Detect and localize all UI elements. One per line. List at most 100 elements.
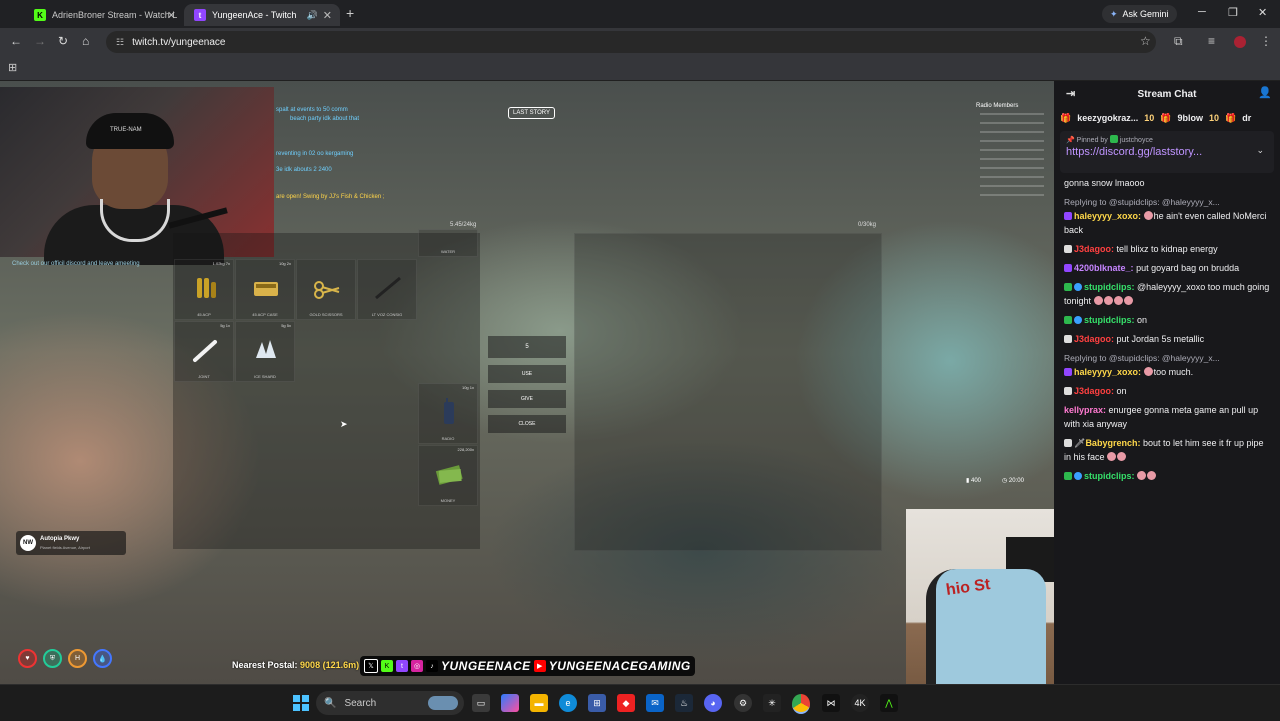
extensions-icon[interactable]: ⧉ — [1174, 34, 1183, 49]
app-icon[interactable]: ✳ — [763, 694, 781, 712]
person-shirt: hio St — [936, 569, 1046, 684]
discord-icon[interactable]: ◕ — [704, 694, 722, 712]
feed-line: 3e idk abouts 2 2400 — [276, 167, 332, 173]
game-clock: ◷ 20:00 — [1002, 478, 1024, 484]
windows-taskbar: 🔍 Search ▭ ▬ e ⊞ ◆ ✉ ♨ ◕ ⚙ ✳ ⋈ 4K ⋀ — [0, 684, 1280, 721]
inventory-slot[interactable]: 5g 1x JOINT — [174, 321, 234, 382]
home-icon[interactable]: ⌂ — [82, 34, 89, 48]
use-button[interactable]: USE — [488, 365, 566, 383]
twitch-icon: t — [194, 9, 206, 21]
location-display: NW Autopia Pkwy Planet fields Avenue, Ai… — [16, 531, 126, 555]
ground-inventory — [574, 233, 882, 551]
inventory-slot[interactable]: 10g 2x 45 ACP CASE — [235, 259, 295, 320]
tab-adrienbroner[interactable]: K AdrienBroner Stream - Watch L ✕ — [24, 4, 184, 26]
close-button[interactable]: CLOSE — [488, 415, 566, 433]
settings-icon[interactable]: ⚙ — [734, 694, 752, 712]
app-icon[interactable]: ⋀ — [880, 694, 898, 712]
new-tab-button[interactable]: + — [346, 5, 354, 21]
feed-line: are open! Swing by JJ's Fish & Chicken ; — [276, 194, 385, 200]
youtube-icon: ▶ — [533, 660, 546, 672]
chat-title: Stream Chat — [1137, 88, 1197, 100]
steam-icon[interactable]: ♨ — [675, 694, 693, 712]
pinned-link[interactable]: https://discord.gg/laststory... — [1066, 146, 1268, 158]
chrome-icon[interactable] — [792, 694, 810, 714]
instagram-icon: ◎ — [411, 660, 423, 672]
scissors-icon — [314, 281, 340, 299]
collapse-chat-icon[interactable]: ⇥ — [1066, 87, 1075, 100]
media-icon[interactable]: ≡ — [1208, 34, 1215, 48]
radio-members-list — [980, 113, 1044, 203]
give-button[interactable]: GIVE — [488, 390, 566, 408]
forward-icon[interactable]: → — [34, 34, 46, 48]
close-tab-icon[interactable]: ✕ — [167, 9, 176, 22]
speaker-icon[interactable]: 🔊 — [307, 10, 318, 21]
app-icon[interactable]: 4K — [851, 694, 869, 712]
sword-icon: 🗡 — [1074, 438, 1086, 448]
streamer-cap: TRUE-NAM — [86, 113, 174, 149]
area-name: Planet fields Avenue, Airport — [40, 545, 90, 550]
store-icon[interactable]: ⊞ — [588, 694, 606, 712]
app-icon[interactable]: ◆ — [617, 694, 635, 712]
inventory-slot[interactable]: 10g 1x RADIO — [418, 383, 478, 444]
hunger-icon: H — [68, 649, 87, 668]
restore-icon[interactable]: ❐ — [1228, 6, 1238, 19]
edge-icon[interactable]: e — [559, 694, 577, 712]
minimize-icon[interactable]: ─ — [1198, 6, 1206, 18]
taskbar-search[interactable]: 🔍 Search — [316, 691, 464, 715]
chat-message: J3dagoo: on — [1064, 384, 1270, 398]
file-explorer-icon[interactable]: ▬ — [530, 694, 548, 712]
windows-icon[interactable] — [292, 694, 310, 712]
mail-icon[interactable]: ✉ — [646, 694, 664, 712]
site-info-icon[interactable]: ☷ — [116, 37, 124, 48]
back-icon[interactable]: ← — [10, 34, 22, 48]
ask-gemini-button[interactable]: ✦ Ask Gemini — [1102, 5, 1177, 23]
inventory-slot[interactable]: 228,200x MONEY — [418, 445, 478, 506]
inventory-slot[interactable]: WATER — [418, 229, 478, 257]
room-webcam: hio St — [906, 509, 1054, 684]
menu-icon[interactable]: ⋮ — [1260, 34, 1272, 48]
close-window-icon[interactable]: ✕ — [1258, 6, 1267, 19]
reload-icon[interactable]: ↻ — [58, 34, 68, 48]
server-logo: LAST STORY — [508, 107, 556, 119]
search-icon: 🔍 — [324, 697, 337, 709]
chat-message: stupidclips: on — [1064, 313, 1270, 327]
inventory-slot[interactable]: LT VOZ CONSIG — [357, 259, 417, 320]
chat-message: kellyprax: enurgee gonna meta game an pu… — [1064, 405, 1259, 429]
inventory-slot[interactable]: 1.02kg 7x 45 ACP — [174, 259, 234, 320]
gift-icon: 🎁 — [1060, 112, 1072, 123]
task-view-icon[interactable]: ▭ — [472, 694, 490, 712]
chat-message: J3dagoo: put Jordan 5s metallic — [1064, 332, 1270, 346]
pinned-message[interactable]: 📌 Pinned by justchoyce https://discord.g… — [1060, 131, 1274, 173]
chat-leaderboard: 🎁 keezygokraz... 10 🎁 9blow 10 🎁 dr — [1060, 112, 1252, 124]
radio-members-title: Radio Members — [976, 103, 1019, 109]
chevron-down-icon[interactable]: ⌄ — [1256, 145, 1264, 156]
close-tab-icon[interactable]: ✕ — [323, 9, 332, 22]
chat-header: ⇥ Stream Chat 👤 — [1054, 81, 1280, 107]
tab-yungeenace[interactable]: t YungeenAce - Twitch 🔊 ✕ — [184, 4, 340, 26]
app-icon[interactable]: ⋈ — [822, 694, 840, 712]
feed-line: spalt at events to 50 comm — [276, 107, 348, 113]
gift-icon: 🎁 — [1160, 112, 1172, 123]
apps-grid-icon[interactable]: ⊞ — [8, 61, 17, 74]
profile-avatar[interactable] — [1234, 36, 1246, 48]
social-handles: 𝕏 K t ◎ ♪ YUNGEENACE ▶ YUNGEENACEGAMING — [360, 656, 695, 676]
tiktok-icon: ♪ — [426, 660, 438, 672]
tab-title: AdrienBroner Stream - Watch L — [52, 10, 178, 20]
streamer-webcam: TRUE-NAM — [0, 87, 274, 265]
users-icon[interactable]: 👤 — [1258, 86, 1272, 99]
feed-line: beach party idk about that — [290, 116, 360, 122]
copilot-icon[interactable] — [501, 694, 519, 712]
inventory-actions: 5 USE GIVE CLOSE — [488, 336, 566, 440]
search-highlight-icon — [428, 696, 458, 710]
nearest-postal: Nearest Postal: 9008 (121.6m) — [232, 660, 360, 670]
handle-2: YUNGEENACEGAMING — [548, 659, 691, 673]
inventory-slot[interactable]: 5g 5x ICE SHARD — [235, 321, 295, 382]
video-player[interactable]: TRUE-NAM spalt at events to 50 comm beac… — [0, 81, 1054, 684]
kick-icon: K — [381, 660, 393, 672]
amount-input[interactable]: 5 — [488, 336, 566, 358]
heart-icon: ♥ — [18, 649, 37, 668]
address-bar[interactable]: ☷ twitch.tv/yungeenace — [106, 31, 1156, 53]
inventory-slot[interactable]: GOLD SCISSORS — [296, 259, 356, 320]
gift-icon: 🎁 — [1225, 112, 1237, 123]
bookmark-star-icon[interactable]: ☆ — [1140, 34, 1151, 48]
